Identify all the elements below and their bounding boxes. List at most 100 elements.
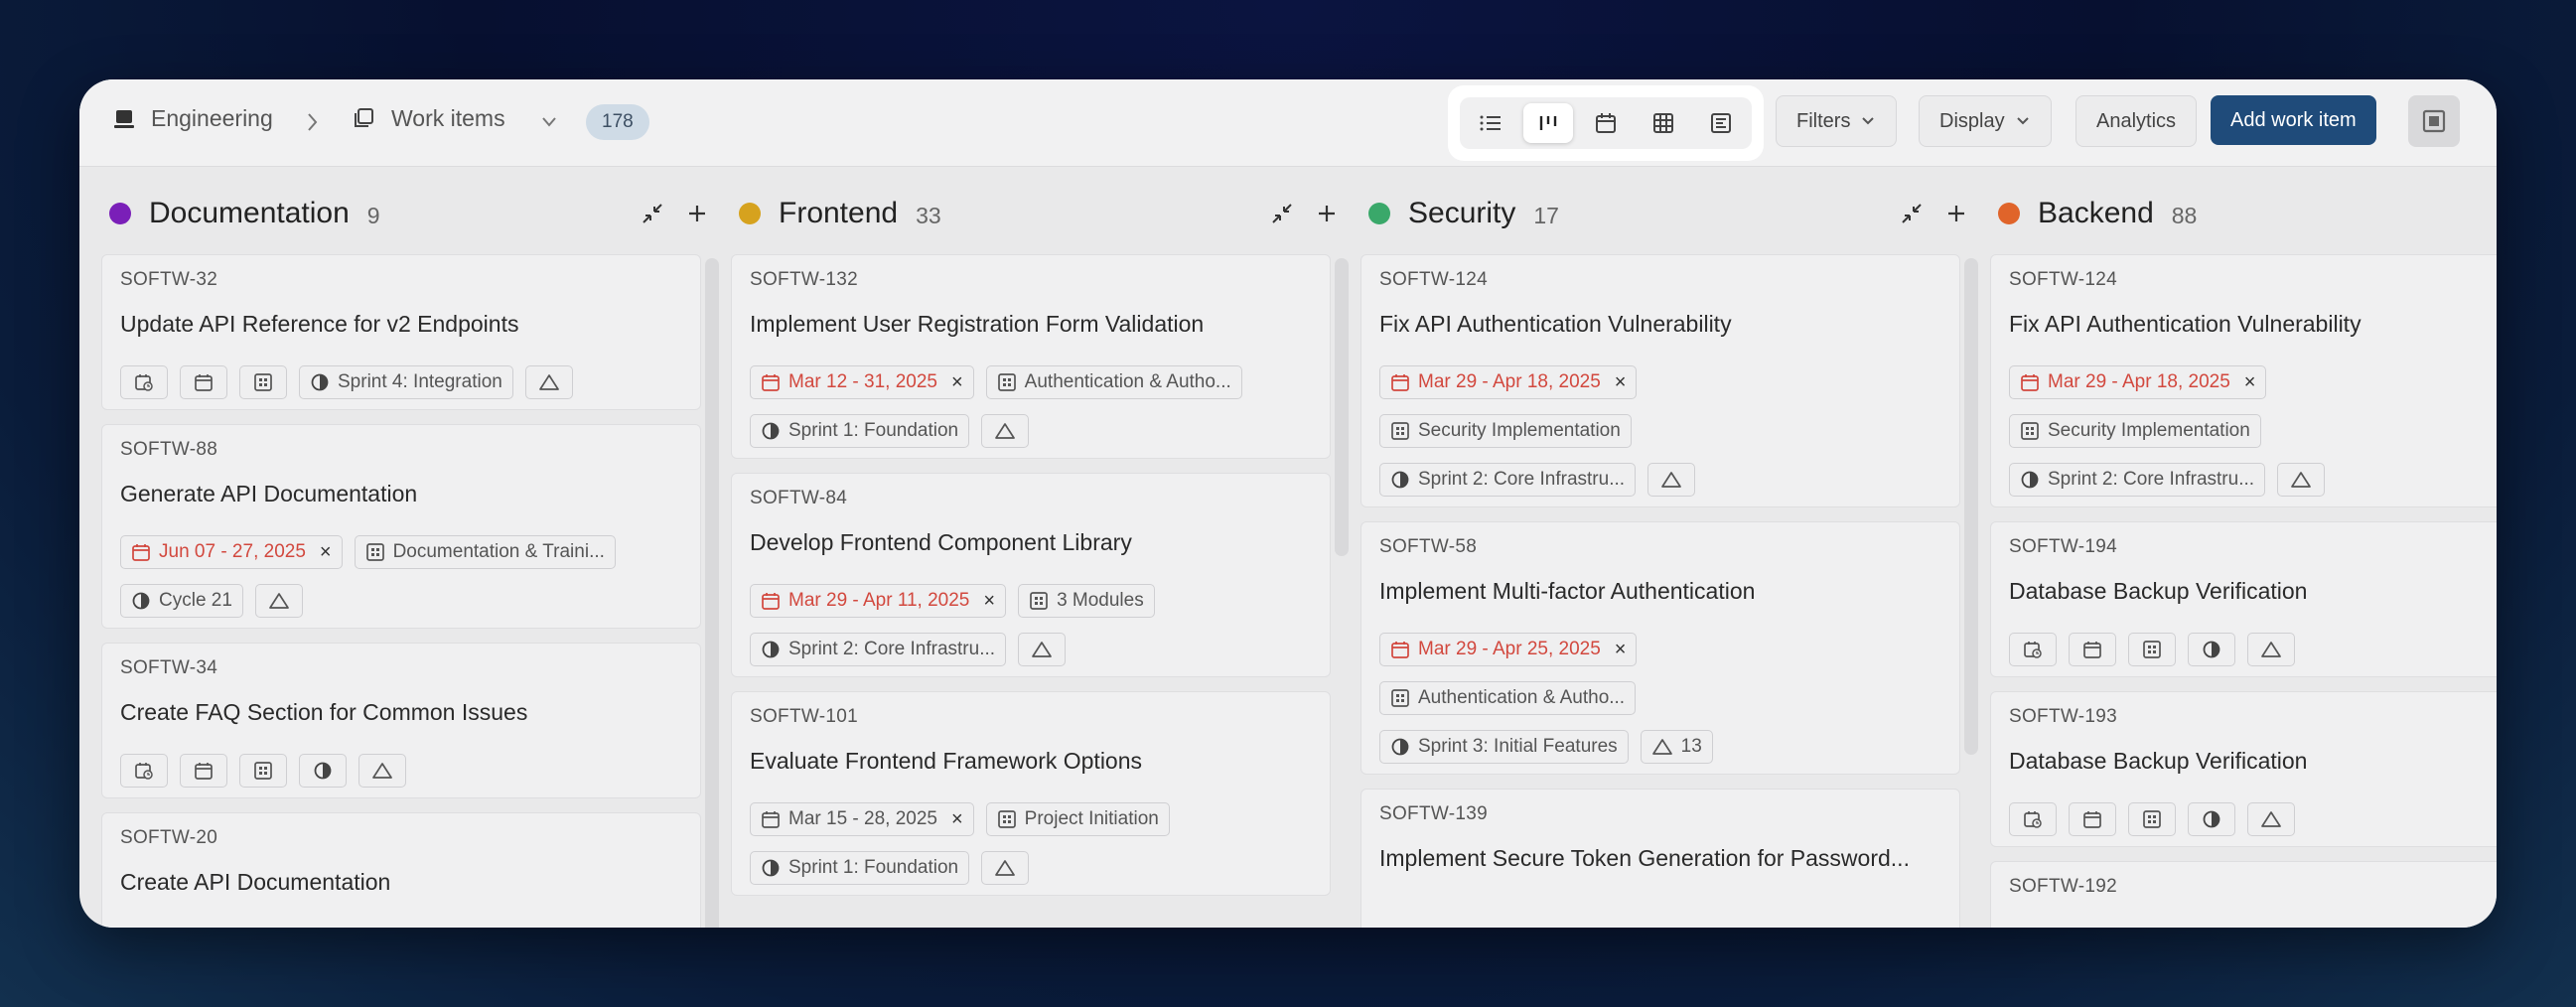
- property-module-chip[interactable]: 3 Modules: [1018, 584, 1155, 618]
- kanban-view-button[interactable]: [1523, 103, 1573, 143]
- property-calendar-chip[interactable]: Jun 07 - 27, 2025 ×: [120, 535, 343, 569]
- property-clock-chip[interactable]: [2009, 802, 2057, 836]
- property-cycle-chip[interactable]: [2188, 802, 2235, 836]
- column-scrollbar[interactable]: [1335, 258, 1349, 556]
- property-cycle-chip[interactable]: Cycle 21: [120, 584, 243, 618]
- property-module-chip[interactable]: Authentication & Autho...: [1379, 681, 1637, 715]
- work-item-card[interactable]: SOFTW-124 Fix API Authentication Vulnerab…: [1360, 254, 1960, 507]
- property-row: Cycle 21: [120, 584, 303, 618]
- column-scrollbar[interactable]: [1964, 258, 1978, 755]
- clear-icon[interactable]: ×: [951, 371, 963, 394]
- work-item-card[interactable]: SOFTW-192: [1990, 861, 2497, 928]
- property-estimate-chip[interactable]: [1647, 463, 1696, 497]
- property-value: Sprint 1: Foundation: [788, 420, 959, 441]
- filters-button[interactable]: Filters: [1776, 95, 1898, 147]
- property-module-chip[interactable]: [2128, 802, 2176, 836]
- property-module-chip[interactable]: Security Implementation: [2009, 414, 2261, 448]
- property-module-chip[interactable]: Documentation & Traini...: [354, 535, 616, 569]
- collapse-icon[interactable]: [1269, 201, 1295, 226]
- clear-icon[interactable]: ×: [983, 590, 995, 613]
- property-row: Mar 29 - Apr 18, 2025 ×: [1379, 365, 1638, 399]
- property-calendar-chip[interactable]: [2069, 802, 2116, 836]
- work-item-card[interactable]: SOFTW-32 Update API Reference for v2 Endp…: [101, 254, 701, 410]
- property-calendar-chip[interactable]: Mar 29 - Apr 18, 2025 ×: [1379, 365, 1638, 399]
- property-calendar-chip[interactable]: Mar 12 - 31, 2025 ×: [750, 365, 974, 399]
- clear-icon[interactable]: ×: [1615, 371, 1627, 394]
- work-item-card[interactable]: SOFTW-88 Generate API Documentation Jun 07…: [101, 424, 701, 629]
- work-item-card[interactable]: SOFTW-139 Implement Secure Token Generati…: [1360, 789, 1960, 928]
- clear-icon[interactable]: ×: [2244, 371, 2256, 394]
- work-item-card[interactable]: SOFTW-132 Implement User Registration For…: [731, 254, 1331, 459]
- list-view-button[interactable]: [1466, 103, 1515, 143]
- calendar-view-button[interactable]: [1581, 103, 1631, 143]
- property-cycle-chip[interactable]: Sprint 4: Integration: [299, 365, 513, 399]
- property-clock-chip[interactable]: [2009, 633, 2057, 666]
- work-item-card[interactable]: SOFTW-193 Database Backup Verification: [1990, 691, 2497, 847]
- add-icon[interactable]: [1944, 202, 1968, 225]
- property-estimate-chip[interactable]: [2277, 463, 2326, 497]
- panel-toggle-button[interactable]: [2408, 95, 2460, 147]
- add-icon[interactable]: [1315, 202, 1339, 225]
- add-icon[interactable]: [685, 202, 709, 225]
- collapse-icon[interactable]: [1899, 201, 1925, 226]
- estimate-icon: [994, 858, 1016, 878]
- chevron-down-icon[interactable]: [540, 115, 558, 129]
- gantt-view-button[interactable]: [1696, 103, 1746, 143]
- property-module-chip[interactable]: Authentication & Autho...: [985, 365, 1242, 399]
- clear-icon[interactable]: ×: [951, 808, 963, 831]
- work-item-card[interactable]: SOFTW-124 Fix API Authentication Vulnerab…: [1990, 254, 2497, 507]
- property-calendar-chip[interactable]: [180, 365, 227, 399]
- property-cycle-chip[interactable]: Sprint 1: Foundation: [750, 851, 970, 885]
- work-item-card[interactable]: SOFTW-20 Create API Documentation: [101, 812, 701, 928]
- property-module-chip[interactable]: Project Initiation: [985, 802, 1170, 836]
- spreadsheet-view-button[interactable]: [1639, 103, 1688, 143]
- property-estimate-chip[interactable]: [981, 414, 1030, 448]
- work-item-card[interactable]: SOFTW-101 Evaluate Frontend Framework Opt…: [731, 691, 1331, 896]
- gantt-icon: [1711, 113, 1731, 133]
- breadcrumb-workspace[interactable]: Engineering: [113, 105, 273, 132]
- property-estimate-chip[interactable]: [2247, 802, 2295, 836]
- property-calendar-chip[interactable]: [2069, 633, 2116, 666]
- collapse-icon[interactable]: [640, 201, 665, 226]
- property-module-chip[interactable]: [2128, 633, 2176, 666]
- property-calendar-chip[interactable]: Mar 29 - Apr 11, 2025 ×: [750, 584, 1007, 618]
- property-cycle-chip[interactable]: Sprint 2: Core Infrastru...: [1379, 463, 1637, 497]
- property-estimate-chip[interactable]: [358, 754, 406, 788]
- clear-icon[interactable]: ×: [320, 541, 332, 564]
- property-cycle-chip[interactable]: [299, 754, 347, 788]
- property-estimate-chip[interactable]: [2247, 633, 2295, 666]
- breadcrumb-work-items[interactable]: Work items: [352, 105, 505, 132]
- column-scrollbar[interactable]: [705, 258, 719, 928]
- property-estimate-chip[interactable]: [1018, 633, 1067, 666]
- property-module-chip[interactable]: [239, 754, 287, 788]
- property-calendar-chip[interactable]: Mar 29 - Apr 25, 2025 ×: [1379, 633, 1638, 666]
- property-calendar-chip[interactable]: Mar 29 - Apr 18, 2025 ×: [2009, 365, 2267, 399]
- property-estimate-chip[interactable]: 13: [1640, 730, 1713, 764]
- clear-icon[interactable]: ×: [1615, 639, 1627, 661]
- property-cycle-chip[interactable]: Sprint 2: Core Infrastru...: [2009, 463, 2266, 497]
- analytics-button[interactable]: Analytics: [2075, 95, 2198, 147]
- work-item-id: SOFTW-20: [120, 827, 218, 848]
- cycle-icon: [1390, 737, 1410, 757]
- display-button[interactable]: Display: [1919, 95, 2052, 147]
- property-cycle-chip[interactable]: Sprint 3: Initial Features: [1379, 730, 1629, 764]
- property-calendar-chip[interactable]: [180, 754, 227, 788]
- property-calendar-chip[interactable]: Mar 15 - 28, 2025 ×: [750, 802, 974, 836]
- property-cycle-chip[interactable]: Sprint 2: Core Infrastru...: [750, 633, 1007, 666]
- property-clock-chip[interactable]: [120, 365, 168, 399]
- property-estimate-chip[interactable]: [981, 851, 1030, 885]
- add-work-item-button[interactable]: Add work item: [2211, 95, 2376, 145]
- property-value: Mar 12 - 31, 2025: [788, 371, 937, 392]
- property-cycle-chip[interactable]: Sprint 1: Foundation: [750, 414, 970, 448]
- property-module-chip[interactable]: [239, 365, 287, 399]
- property-estimate-chip[interactable]: [524, 365, 573, 399]
- property-cycle-chip[interactable]: [2188, 633, 2235, 666]
- work-item-card[interactable]: SOFTW-58 Implement Multi-factor Authentic…: [1360, 521, 1960, 775]
- property-value: Mar 29 - Apr 18, 2025: [1418, 371, 1601, 392]
- property-module-chip[interactable]: Security Implementation: [1379, 414, 1632, 448]
- property-estimate-chip[interactable]: [254, 584, 303, 618]
- work-item-card[interactable]: SOFTW-84 Develop Frontend Component Libra…: [731, 473, 1331, 677]
- work-item-card[interactable]: SOFTW-34 Create FAQ Section for Common Is…: [101, 643, 701, 798]
- work-item-card[interactable]: SOFTW-194 Database Backup Verification: [1990, 521, 2497, 677]
- property-clock-chip[interactable]: [120, 754, 168, 788]
